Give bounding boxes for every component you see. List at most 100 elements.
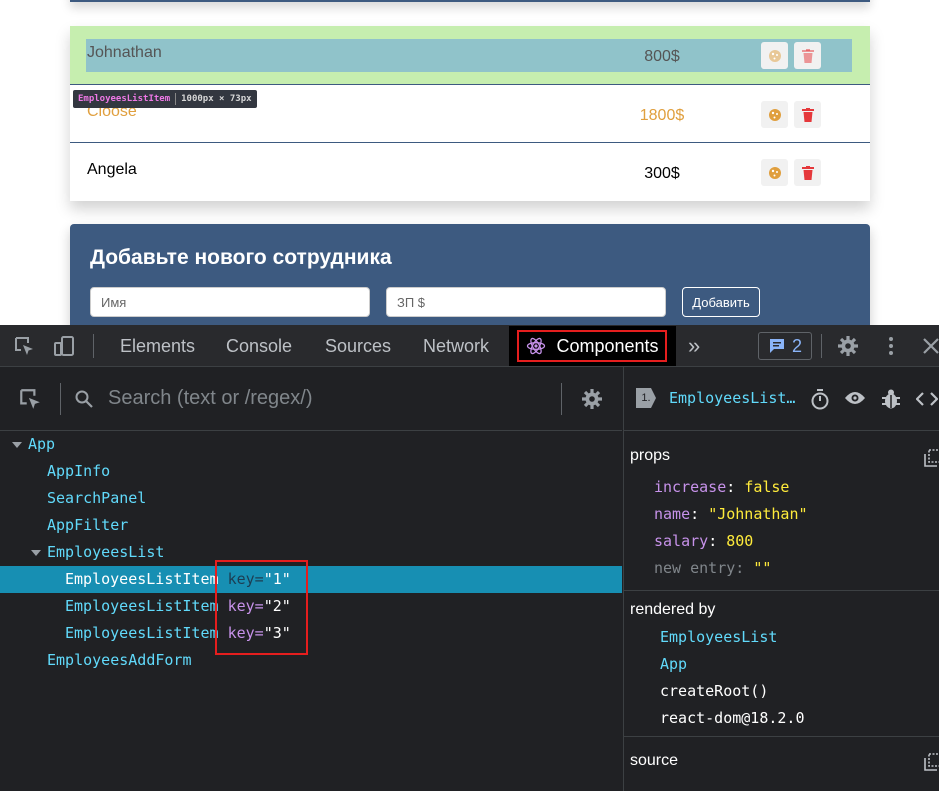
- employee-name[interactable]: Johnathan: [87, 44, 162, 62]
- tree-node-employeeslist[interactable]: EmployeesList: [0, 539, 622, 566]
- inspect-element-button[interactable]: [12, 334, 36, 358]
- source-section: source: [624, 737, 939, 791]
- tree-node-searchpanel[interactable]: SearchPanel: [0, 485, 622, 512]
- devtools-tabbar: Elements Console Sources Network Compone…: [0, 325, 939, 367]
- tab-components[interactable]: Components: [509, 326, 676, 366]
- issues-count: 2: [791, 335, 802, 356]
- tree-node-label: SearchPanel: [47, 489, 147, 507]
- cookie-button[interactable]: [761, 101, 788, 128]
- tree-node-label: EmployeesList: [47, 543, 165, 561]
- prop-key: increase: [654, 478, 727, 496]
- tree-node-employeeslistitem[interactable]: EmployeesListItem key="3": [0, 620, 622, 647]
- code-icon[interactable]: [916, 391, 938, 407]
- rendered-by-item: react-dom@18.2.0: [660, 709, 805, 727]
- prop-key: salary: [654, 532, 709, 550]
- employee-row: Angela 300$: [70, 142, 870, 200]
- more-tabs-button[interactable]: »: [688, 325, 700, 367]
- delete-button[interactable]: [794, 42, 821, 69]
- annotation-box: [215, 560, 308, 655]
- more-options-button[interactable]: [879, 334, 903, 358]
- select-element-button[interactable]: [18, 387, 42, 411]
- eye-icon[interactable]: [844, 390, 866, 406]
- annotation-box: [517, 330, 667, 362]
- rendered-by-heading: rendered by: [630, 601, 716, 618]
- inspector-header: 1. EmployeesList…: [624, 367, 939, 431]
- gear-icon: [838, 336, 858, 356]
- prop-value[interactable]: "Johnathan": [708, 505, 807, 523]
- bug-icon[interactable]: [881, 388, 901, 410]
- gear-icon: [582, 389, 602, 409]
- employee-salary[interactable]: 1800$: [622, 107, 702, 125]
- issues-button[interactable]: 2: [758, 332, 812, 360]
- employee-name[interactable]: Angela: [87, 161, 137, 179]
- cookie-button[interactable]: [761, 42, 788, 69]
- toolbar-divider: [93, 334, 94, 358]
- tree-node-label: AppFilter: [47, 516, 129, 534]
- employee-salary[interactable]: 800$: [622, 48, 702, 66]
- close-devtools-button[interactable]: [919, 334, 939, 358]
- prop-sep: :: [735, 559, 745, 577]
- tree-node-label: EmployeesAddForm: [47, 651, 192, 669]
- tree-search-bar: Search (text or /regex/): [0, 367, 622, 431]
- salary-input[interactable]: [386, 287, 666, 317]
- owner-index-badge: 1.: [636, 388, 656, 408]
- name-input[interactable]: [90, 287, 370, 317]
- delete-button[interactable]: [794, 101, 821, 128]
- tree-node-employeeslistitem[interactable]: EmployeesListItem key="2": [0, 593, 622, 620]
- search-input[interactable]: Search (text or /regex/): [108, 387, 313, 410]
- prop-value[interactable]: false: [744, 478, 789, 496]
- component-inspector-pane: 1. EmployeesList… props increase: false …: [623, 367, 939, 791]
- tree-node-app[interactable]: App: [0, 431, 622, 458]
- new-entry-row[interactable]: new entry: "": [654, 559, 771, 577]
- prop-row[interactable]: name: "Johnathan": [654, 505, 808, 523]
- tree-node-label: AppInfo: [47, 462, 111, 480]
- prop-key: name: [654, 505, 691, 523]
- prop-value[interactable]: 800: [726, 532, 753, 550]
- tab-network[interactable]: Network: [423, 325, 489, 367]
- add-employee-form: Добавьте нового сотрудника Добавить: [70, 224, 870, 334]
- prop-row[interactable]: increase: false: [654, 478, 789, 496]
- tree-node-appinfo[interactable]: AppInfo: [0, 458, 622, 485]
- employee-salary[interactable]: 300$: [622, 165, 702, 183]
- tree-node-appfilter[interactable]: AppFilter: [0, 512, 622, 539]
- message-icon: [769, 339, 784, 353]
- device-icon: [54, 336, 74, 356]
- add-button[interactable]: Добавить: [682, 287, 760, 317]
- prop-key[interactable]: new entry: [654, 559, 735, 577]
- stopwatch-icon[interactable]: [810, 388, 830, 410]
- rendered-by-section: rendered by EmployeesList App createRoot…: [624, 591, 939, 737]
- component-tree-pane: Search (text or /regex/) App AppInfo Sea…: [0, 367, 622, 791]
- tooltip-dimensions: 1000px × 73px: [181, 94, 252, 104]
- trash-icon: [801, 165, 814, 180]
- search-divider: [561, 383, 562, 415]
- tree-node-employeeslistitem-selected[interactable]: EmployeesListItem key="1": [0, 566, 622, 593]
- rendered-by-item[interactable]: App: [660, 655, 687, 673]
- cookie-button[interactable]: [761, 159, 788, 186]
- search-icon: [75, 390, 93, 408]
- cookie-icon: [768, 166, 781, 179]
- device-toolbar-button[interactable]: [52, 334, 76, 358]
- web-page: Johnathan 800$ Cloose 1800$ Angela 300$ …: [0, 0, 939, 334]
- tree-node-employeesaddform[interactable]: EmployeesAddForm: [0, 647, 622, 674]
- settings-button[interactable]: [836, 334, 860, 358]
- cookie-icon: [768, 108, 781, 121]
- trash-icon: [801, 48, 814, 63]
- expand-triangle-icon[interactable]: [31, 550, 41, 556]
- rendered-by-item[interactable]: EmployeesList: [660, 628, 777, 646]
- tab-sources[interactable]: Sources: [325, 325, 391, 367]
- prop-row[interactable]: salary: 800: [654, 532, 753, 550]
- copy-icon[interactable]: [924, 449, 939, 467]
- kebab-menu-icon: [889, 337, 893, 355]
- prop-sep: :: [726, 478, 736, 496]
- delete-button[interactable]: [794, 159, 821, 186]
- expand-triangle-icon[interactable]: [12, 442, 22, 448]
- tree-settings-button[interactable]: [580, 387, 604, 411]
- tab-elements[interactable]: Elements: [120, 325, 195, 367]
- copy-icon[interactable]: [924, 753, 939, 771]
- prop-value[interactable]: "": [753, 559, 771, 577]
- tab-console[interactable]: Console: [226, 325, 292, 367]
- tree-node-label: EmployeesListItem: [65, 570, 219, 588]
- source-heading: source: [630, 752, 679, 769]
- tree-node-label: EmployeesListItem: [65, 597, 219, 615]
- trash-icon: [801, 107, 814, 122]
